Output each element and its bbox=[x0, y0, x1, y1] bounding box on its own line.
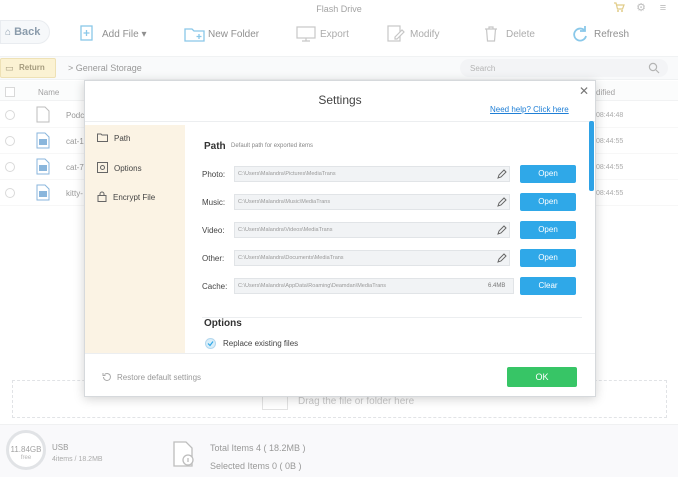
close-icon[interactable]: ✕ bbox=[579, 84, 589, 98]
edit-pencil-icon[interactable] bbox=[497, 253, 507, 263]
video-open-button[interactable]: Open bbox=[520, 221, 576, 239]
sidebar-item-path[interactable]: Path bbox=[97, 128, 130, 148]
cache-path-field: C:\Users\Malandra\AppData\Roaming\Deamda… bbox=[234, 278, 514, 294]
cache-size: 6.4MB bbox=[488, 283, 506, 289]
options-icon bbox=[97, 161, 108, 175]
photo-path-label: Photo: bbox=[202, 170, 226, 179]
sidebar-item-label: Encrypt File bbox=[113, 192, 156, 202]
music-path-field[interactable]: C:\Users\Malandra\Music\MediaTrans bbox=[234, 194, 510, 210]
video-path-field[interactable]: C:\Users\Malandra\Videos\MediaTrans bbox=[234, 222, 510, 238]
edit-pencil-icon[interactable] bbox=[497, 169, 507, 179]
photo-path-field[interactable]: C:\Users\Malandra\Pictures\MediaTrans bbox=[234, 166, 510, 182]
replace-files-label: Replace existing files bbox=[223, 339, 299, 348]
sidebar-item-encrypt-file[interactable]: Encrypt File bbox=[97, 187, 155, 207]
scrollbar-thumb[interactable] bbox=[589, 121, 594, 191]
other-path-field[interactable]: C:\Users\Malandra\Documents\MediaTrans bbox=[234, 250, 510, 266]
dialog-footer-divider bbox=[85, 353, 595, 354]
replace-files-checkbox[interactable] bbox=[205, 338, 216, 349]
other-open-button[interactable]: Open bbox=[520, 249, 576, 267]
sidebar-item-label: Options bbox=[114, 163, 142, 173]
section-divider bbox=[202, 317, 582, 318]
sidebar-item-label: Path bbox=[114, 133, 131, 143]
dialog-header-divider bbox=[85, 121, 595, 122]
options-section-heading: Options bbox=[204, 318, 242, 329]
path-section-subheading: Default path for exported items bbox=[231, 143, 314, 149]
music-open-button[interactable]: Open bbox=[520, 193, 576, 211]
restore-history-icon[interactable] bbox=[101, 371, 113, 383]
folder-icon bbox=[97, 133, 108, 144]
help-link[interactable]: Need help? Click here bbox=[490, 105, 569, 114]
video-path-label: Video: bbox=[202, 226, 225, 235]
ok-button[interactable]: OK bbox=[507, 367, 577, 387]
path-section-heading: Path bbox=[204, 141, 226, 152]
cache-clear-button[interactable]: Clear bbox=[520, 277, 576, 295]
music-path-label: Music: bbox=[202, 198, 226, 207]
sidebar-item-options[interactable]: Options bbox=[97, 158, 142, 178]
photo-open-button[interactable]: Open bbox=[520, 165, 576, 183]
cache-path-label: Cache: bbox=[202, 282, 228, 291]
restore-defaults-link[interactable]: Restore default settings bbox=[117, 373, 201, 382]
other-path-label: Other: bbox=[202, 254, 225, 263]
edit-pencil-icon[interactable] bbox=[497, 225, 507, 235]
settings-dialog: Settings ✕ Need help? Click here Path Op… bbox=[84, 80, 596, 397]
edit-pencil-icon[interactable] bbox=[497, 197, 507, 207]
lock-icon bbox=[97, 191, 107, 204]
